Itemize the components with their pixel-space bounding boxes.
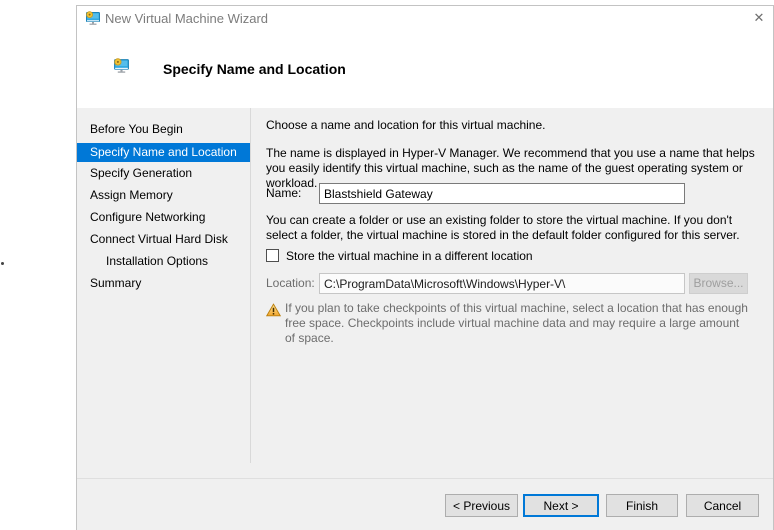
location-row: Location: Browse... bbox=[266, 273, 760, 294]
location-label: Location: bbox=[266, 273, 319, 294]
wizard-steps-sidebar: Before You Begin Specify Name and Locati… bbox=[77, 119, 250, 295]
folder-hint-text: You can create a folder or use an existi… bbox=[266, 213, 758, 243]
footer: < Previous Next > Finish Cancel bbox=[77, 479, 773, 530]
wizard-header: Specify Name and Location bbox=[77, 33, 773, 107]
sidebar-item-connect-virtual-hard-disk[interactable]: Connect Virtual Hard Disk bbox=[77, 229, 250, 251]
cancel-button[interactable]: Cancel bbox=[686, 494, 759, 517]
next-button[interactable]: Next > bbox=[523, 494, 599, 517]
location-input bbox=[319, 273, 685, 294]
vm-wizard-page-icon bbox=[112, 57, 131, 74]
vm-name-input[interactable] bbox=[319, 183, 685, 204]
sidebar-item-specify-generation[interactable]: Specify Generation bbox=[77, 163, 250, 185]
page-title: Specify Name and Location bbox=[163, 61, 346, 77]
previous-button[interactable]: < Previous bbox=[445, 494, 518, 517]
screen-artifact-dot bbox=[1, 262, 4, 265]
store-location-checkbox[interactable] bbox=[266, 249, 279, 262]
titlebar: New Virtual Machine Wizard ✕ bbox=[77, 6, 773, 33]
page-content: Choose a name and location for this virt… bbox=[266, 108, 760, 478]
sidebar-item-summary[interactable]: Summary bbox=[77, 273, 250, 295]
sidebar-item-installation-options[interactable]: Installation Options bbox=[77, 251, 250, 273]
warning-icon bbox=[266, 303, 281, 317]
name-row: Name: bbox=[266, 183, 758, 204]
window-title: New Virtual Machine Wizard bbox=[105, 11, 268, 26]
vm-wizard-app-icon bbox=[85, 10, 101, 26]
sidebar-item-before-you-begin[interactable]: Before You Begin bbox=[77, 119, 250, 141]
sidebar-item-specify-name-and-location[interactable]: Specify Name and Location bbox=[77, 143, 250, 162]
warning-text: If you plan to take checkpoints of this … bbox=[285, 301, 751, 346]
new-vm-wizard-window: New Virtual Machine Wizard ✕ Specify Nam… bbox=[76, 5, 774, 530]
close-icon[interactable]: ✕ bbox=[750, 9, 768, 27]
wizard-body: Before You Begin Specify Name and Locati… bbox=[77, 108, 773, 478]
sidebar-item-assign-memory[interactable]: Assign Memory bbox=[77, 185, 250, 207]
finish-button[interactable]: Finish bbox=[606, 494, 678, 517]
store-location-checkbox-label: Store the virtual machine in a different… bbox=[286, 248, 533, 264]
name-label: Name: bbox=[266, 183, 319, 204]
sidebar-item-configure-networking[interactable]: Configure Networking bbox=[77, 207, 250, 229]
sidebar-divider bbox=[250, 108, 251, 463]
browse-button: Browse... bbox=[689, 273, 748, 294]
intro-text: Choose a name and location for this virt… bbox=[266, 118, 758, 133]
